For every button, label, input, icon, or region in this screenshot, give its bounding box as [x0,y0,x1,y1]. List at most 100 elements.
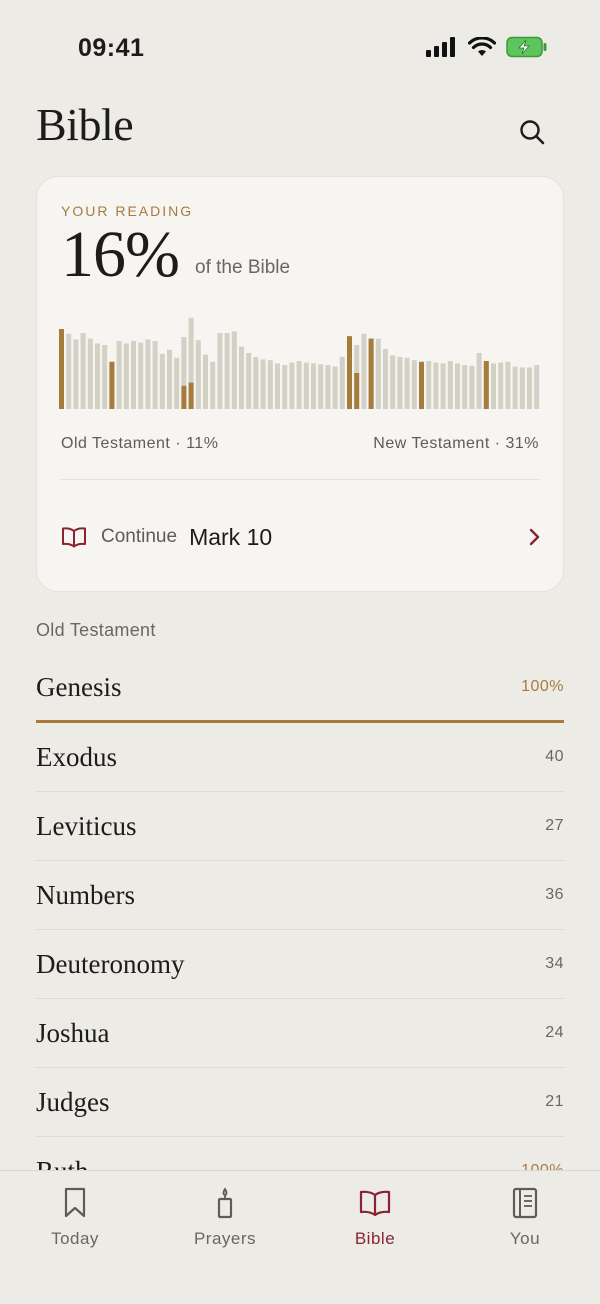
old-testament-read-bar [59,329,64,409]
bookmark-icon [64,1187,86,1218]
book-chapter-count: 21 [545,1093,564,1110]
old-testament-book-bar [123,343,129,409]
journal-icon [512,1187,538,1219]
old-testament-book-bar [116,341,122,409]
new-testament-book-bar [498,362,504,409]
book-chapter-count: 34 [545,955,564,972]
reading-bar-chart [59,317,540,409]
old-testament-book-bar [267,360,273,409]
old-testament-book-bar [217,333,223,409]
book-list: Genesis 100% Exodus 40 Leviticus 27 Numb… [36,654,564,1206]
new-testament-summary: New Testament · 31% [373,435,539,452]
tab-label: Prayers [193,1229,257,1248]
old-testament-book-bar [195,340,201,409]
book-row-leviticus[interactable]: Leviticus 27 [36,792,564,861]
reading-progress-card: YOUR READING 16% of the Bible Old Testam… [36,176,564,592]
old-testament-book-bar [66,333,72,409]
old-testament-book-bar [282,365,288,409]
old-testament-book-bar [311,363,316,409]
tab-you[interactable]: You [450,1171,600,1304]
old-testament-book-bar [231,331,237,409]
book-chapter-count: 24 [545,1024,564,1041]
new-testament-book-bar [455,363,460,409]
old-testament-book-bar [95,343,100,409]
book-name: Genesis [36,671,122,702]
old-testament-book-bar [339,357,345,409]
new-testament-book-bar [404,357,410,409]
old-testament-book-bar [210,361,216,409]
old-testament-book-bar [80,333,86,409]
old-testament-book-bar [203,354,208,409]
page-title: Bible [36,99,134,150]
tab-prayers[interactable]: Prayers [150,1171,300,1304]
old-testament-book-bar [73,339,79,409]
old-testament-summary: Old Testament · 11% [61,435,219,452]
new-testament-book-bar [375,338,381,409]
new-testament-book-bar [433,362,439,409]
old-testament-book-bar [318,364,324,409]
cellular-signal-icon [426,37,455,57]
tab-today[interactable]: Today [0,1171,150,1304]
book-progress: 100% [521,678,564,695]
book-name: Deuteronomy [36,948,185,979]
tab-label: You [509,1229,541,1248]
search-button[interactable] [514,114,550,150]
old-testament-book-bar [303,362,309,409]
book-name: Exodus [36,741,117,772]
old-testament-book-bar [131,341,136,409]
new-testament-book-bar [519,367,525,409]
new-testament-book-bar [361,333,367,409]
new-testament-read-bar [354,373,360,409]
book-name: Numbers [36,879,135,910]
old-testament-book-bar [260,359,266,409]
status-time: 09:41 [78,34,145,62]
old-testament-book-bar [325,365,331,409]
new-testament-book-bar [390,355,396,409]
book-row-judges[interactable]: Judges 21 [36,1068,564,1137]
book-row-numbers[interactable]: Numbers 36 [36,861,564,930]
old-testament-book-bar [145,339,151,409]
chevron-right-icon [529,528,540,546]
old-testament-book-bar [224,333,230,409]
reading-percent-suffix: of the Bible [195,257,291,278]
old-testament-book-bar [246,353,252,409]
book-chapter-count: 40 [545,748,564,765]
book-row-joshua[interactable]: Joshua 24 [36,999,564,1068]
book-row-deuteronomy[interactable]: Deuteronomy 34 [36,930,564,999]
continue-reading-button[interactable]: Continue Mark 10 [61,513,543,561]
continue-label: Continue [101,526,178,547]
new-testament-book-bar [512,366,518,409]
tab-bar: Today Prayers Bible You [0,1170,600,1304]
new-testament-book-bar [411,360,417,409]
old-testament-book-bar [87,338,93,409]
tab-label: Today [51,1229,99,1248]
old-testament-book-bar [138,342,144,409]
new-testament-book-bar [491,363,496,409]
new-testament-book-bar [462,365,468,409]
new-testament-book-bar [505,361,511,409]
book-chapter-count: 27 [545,817,564,834]
continue-book: Mark 10 [189,523,273,550]
book-name: Judges [36,1086,110,1117]
search-icon [520,120,545,145]
old-testament-book-bar [159,353,165,409]
new-testament-book-bar [469,365,475,409]
reading-percent: 16% [61,218,180,291]
old-testament-book-bar [239,346,244,409]
status-icons [426,36,548,58]
old-testament-read-bar [188,382,194,409]
old-testament-book-bar [102,345,108,409]
section-title-old-testament: Old Testament [36,620,156,640]
old-testament-book-bar [275,363,280,409]
old-testament-read-bar [109,361,115,409]
book-row-exodus[interactable]: Exodus 40 [36,723,564,792]
battery-charging-icon [506,36,547,58]
book-row-genesis[interactable]: Genesis 100% [36,654,564,723]
tab-bible[interactable]: Bible [300,1171,450,1304]
old-testament-book-bar [174,357,180,409]
open-book-icon [62,527,86,548]
new-testament-book-bar [534,365,540,409]
old-testament-read-bar [181,385,187,409]
old-testament-book-bar [289,362,295,409]
new-testament-book-bar [383,349,388,409]
